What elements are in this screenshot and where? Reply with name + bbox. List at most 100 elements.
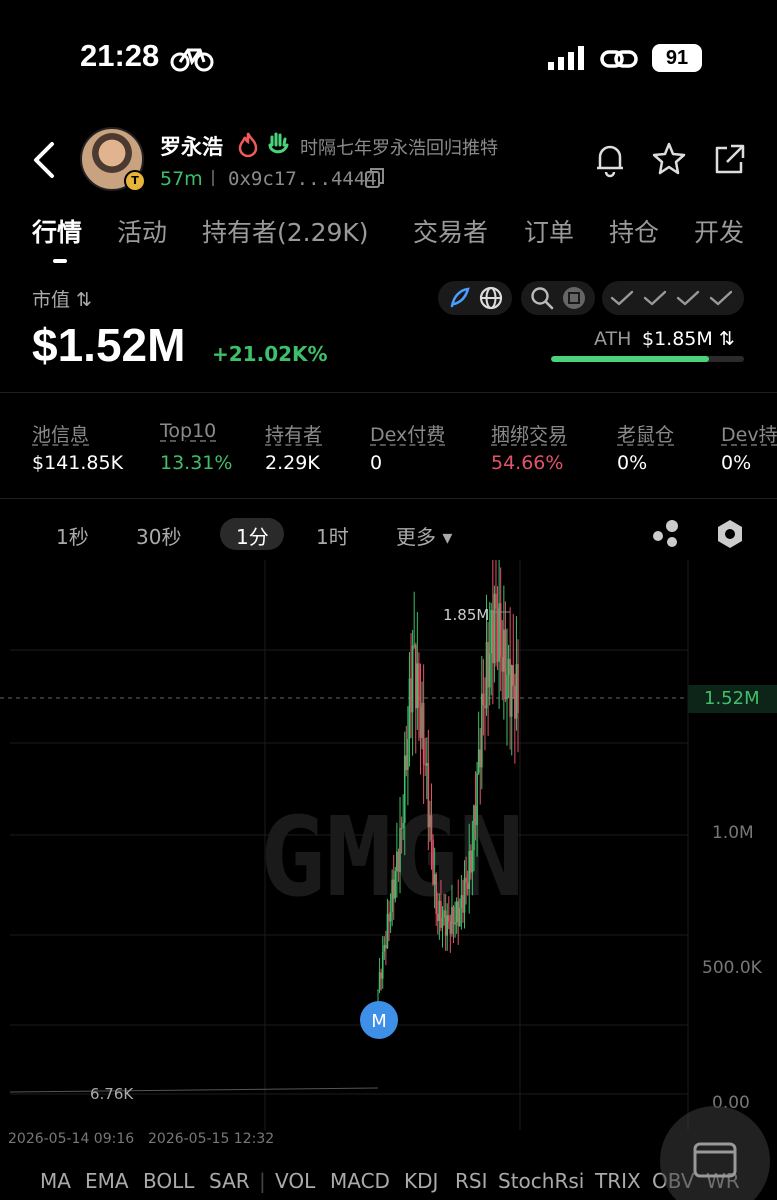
candle-body: [463, 877, 466, 913]
indicator-stochrsi[interactable]: StochRsi: [498, 1169, 584, 1193]
tab-traders[interactable]: 交易者: [413, 213, 488, 249]
candle-body: [421, 702, 423, 738]
candle-body: [517, 664, 519, 714]
share-icon[interactable]: [711, 140, 747, 178]
divider: [0, 392, 777, 393]
indicator-boll[interactable]: BOLL: [143, 1169, 194, 1193]
stat-label[interactable]: Dex付费: [370, 420, 445, 447]
stat-label[interactable]: 持有者: [265, 420, 322, 447]
twitter-feather-icon[interactable]: [446, 286, 472, 310]
tab-activity[interactable]: 活动: [117, 213, 167, 249]
signal-icon: [548, 46, 584, 70]
market-cap-label[interactable]: 市值 ⇅: [32, 285, 92, 312]
candle-body: [380, 972, 382, 979]
x-axis-tick: 2026-05-14 09:16: [8, 1131, 135, 1147]
candle-body: [447, 915, 450, 922]
wallet-button[interactable]: [660, 1106, 770, 1200]
chain-badge-icon: T: [124, 170, 146, 192]
candle-body: [487, 642, 489, 688]
candle-body: [476, 772, 478, 826]
stat-label[interactable]: Dev持: [721, 420, 777, 447]
candle-body: [429, 815, 431, 828]
copy-icon[interactable]: [364, 166, 386, 190]
market-cap-value: $1.52M: [32, 319, 186, 371]
indicator-dots-icon[interactable]: [650, 518, 682, 550]
ath-progress-fill: [551, 356, 710, 362]
indicator-macd[interactable]: MACD: [330, 1169, 390, 1193]
check-icons: [610, 290, 733, 306]
indicator-ema[interactable]: EMA: [85, 1169, 129, 1193]
tab-positions[interactable]: 持仓: [609, 213, 659, 249]
tab-market[interactable]: 行情: [32, 213, 82, 249]
candle-body: [474, 805, 477, 826]
candle-body: [503, 629, 505, 672]
indicator-sar[interactable]: SAR: [209, 1169, 250, 1193]
candle-body: [477, 749, 480, 773]
candle-body: [515, 664, 518, 719]
candle-body: [512, 665, 515, 686]
star-icon[interactable]: [651, 140, 687, 178]
interval-1s[interactable]: 1秒: [56, 521, 89, 550]
candle-body: [407, 739, 409, 770]
candle-body: [470, 850, 472, 873]
candle-body: [452, 906, 455, 925]
interval-1m[interactable]: 1分: [236, 521, 269, 550]
stat-label[interactable]: 老鼠仓: [617, 420, 674, 447]
website-globe-icon[interactable]: [478, 285, 504, 311]
candle-body: [425, 763, 428, 766]
candle-body: [416, 663, 419, 709]
search-icon[interactable]: [529, 285, 555, 311]
stat-label[interactable]: 池信息: [32, 420, 89, 447]
candle-body: [383, 945, 386, 952]
stat-value: 13.31%: [160, 452, 233, 474]
tab-dev[interactable]: 开发: [694, 213, 744, 249]
tab-holders[interactable]: 持有者(2.29K): [202, 213, 369, 249]
candle-body: [386, 913, 389, 949]
bell-icon[interactable]: [592, 140, 628, 178]
price-chart[interactable]: GMGN 1.85M 6.76K M: [0, 560, 777, 1160]
stat-value: 0: [370, 452, 383, 474]
stat-value: 2.29K: [265, 452, 320, 474]
candle-body: [482, 693, 485, 706]
indicator-vol[interactable]: VOL: [275, 1169, 315, 1193]
token-description: 时隔七年罗永浩回归推特: [300, 138, 498, 159]
back-button[interactable]: [26, 138, 66, 182]
candle-body: [496, 608, 499, 662]
candle-body: [385, 945, 387, 949]
candle-body: [449, 921, 452, 934]
candle-body: [413, 644, 415, 646]
token-name: 罗永浩: [160, 135, 223, 159]
interval-30s[interactable]: 30秒: [136, 521, 181, 550]
chart-settings-icon[interactable]: [714, 518, 746, 550]
stat-label[interactable]: 捆绑交易: [491, 420, 567, 447]
stat-label[interactable]: Top10: [160, 420, 216, 442]
interval-1h[interactable]: 1时: [316, 521, 349, 550]
x-axis-tick: 2026-05-15 12:32: [148, 1131, 275, 1147]
contract-address[interactable]: 0x9c17...4444: [228, 168, 377, 190]
indicator-ma[interactable]: MA: [40, 1169, 71, 1193]
candle-body: [410, 678, 412, 713]
candle-body: [514, 685, 516, 719]
indicator-rsi[interactable]: RSI: [455, 1169, 488, 1193]
candle-body: [490, 610, 493, 654]
candle-body: [492, 610, 494, 664]
token-age: 57m: [160, 168, 203, 190]
hotspot-link-icon: [600, 50, 638, 68]
tab-orders[interactable]: 订单: [524, 213, 574, 249]
indicator-kdj[interactable]: KDJ: [404, 1169, 438, 1193]
candle-body: [377, 989, 379, 991]
interval-more[interactable]: 更多 ▾: [396, 521, 452, 550]
candle-body: [462, 895, 464, 913]
token-scan-icon[interactable]: [561, 285, 587, 311]
candle-body: [466, 882, 469, 889]
candle-body: [468, 850, 471, 889]
candle-body: [473, 805, 475, 850]
candle-body: [443, 910, 445, 918]
candle-body: [405, 755, 408, 770]
candle-body: [433, 874, 436, 885]
candle-body: [403, 755, 406, 823]
indicator-trix[interactable]: TRIX: [595, 1169, 641, 1193]
hand-icon: [268, 132, 289, 154]
ath-value[interactable]: $1.85M ⇅: [642, 328, 735, 350]
candle-body: [381, 951, 384, 979]
